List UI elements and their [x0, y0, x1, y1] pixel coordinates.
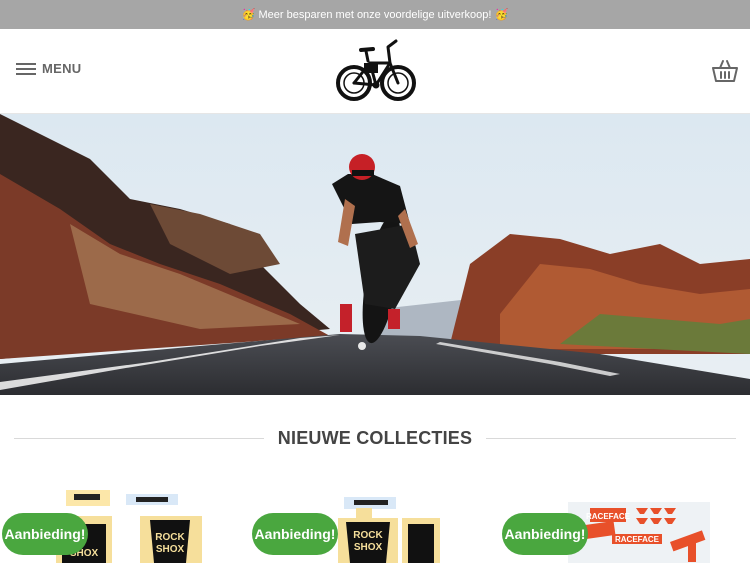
collections-heading: NIEUWE COLLECTIES: [0, 424, 750, 452]
sale-badge: Aanbieding!: [502, 513, 588, 555]
road-cyclist-hero: [0, 114, 750, 395]
site-header: MENU: [0, 29, 750, 114]
svg-text:ROCK: ROCK: [155, 532, 185, 543]
divider-left: [14, 437, 264, 439]
menu-button[interactable]: MENU: [16, 61, 81, 76]
svg-text:RACEFACE: RACEFACE: [586, 512, 631, 521]
svg-text:SHOX: SHOX: [354, 542, 383, 553]
sale-badge: Aanbieding!: [2, 513, 88, 555]
sale-badge: Aanbieding!: [252, 513, 338, 555]
svg-text:ROCK: ROCK: [353, 530, 383, 541]
basket-icon[interactable]: [712, 59, 738, 83]
product-grid: ROCK SHOX SHOX Aanbieding! ROCK SHOX Aan…: [0, 480, 750, 563]
hamburger-icon: [16, 62, 36, 76]
product-card[interactable]: ROCK SHOX SHOX Aanbieding!: [0, 480, 250, 563]
product-card[interactable]: RACEFACE RACEFACE Aanbieding!: [500, 480, 750, 563]
bicycle-logo[interactable]: [334, 33, 418, 109]
divider-right: [486, 437, 736, 439]
announcement-bar: 🥳 Meer besparen met onze voordelige uitv…: [0, 0, 750, 29]
product-card[interactable]: ROCK SHOX Aanbieding!: [250, 480, 500, 563]
announcement-text: 🥳 Meer besparen met onze voordelige uitv…: [241, 9, 509, 21]
collections-title: NIEUWE COLLECTIES: [277, 427, 473, 448]
hero-banner[interactable]: [0, 114, 750, 395]
svg-text:SHOX: SHOX: [156, 544, 185, 555]
menu-label: MENU: [42, 61, 82, 76]
svg-text:RACEFACE: RACEFACE: [615, 535, 660, 544]
